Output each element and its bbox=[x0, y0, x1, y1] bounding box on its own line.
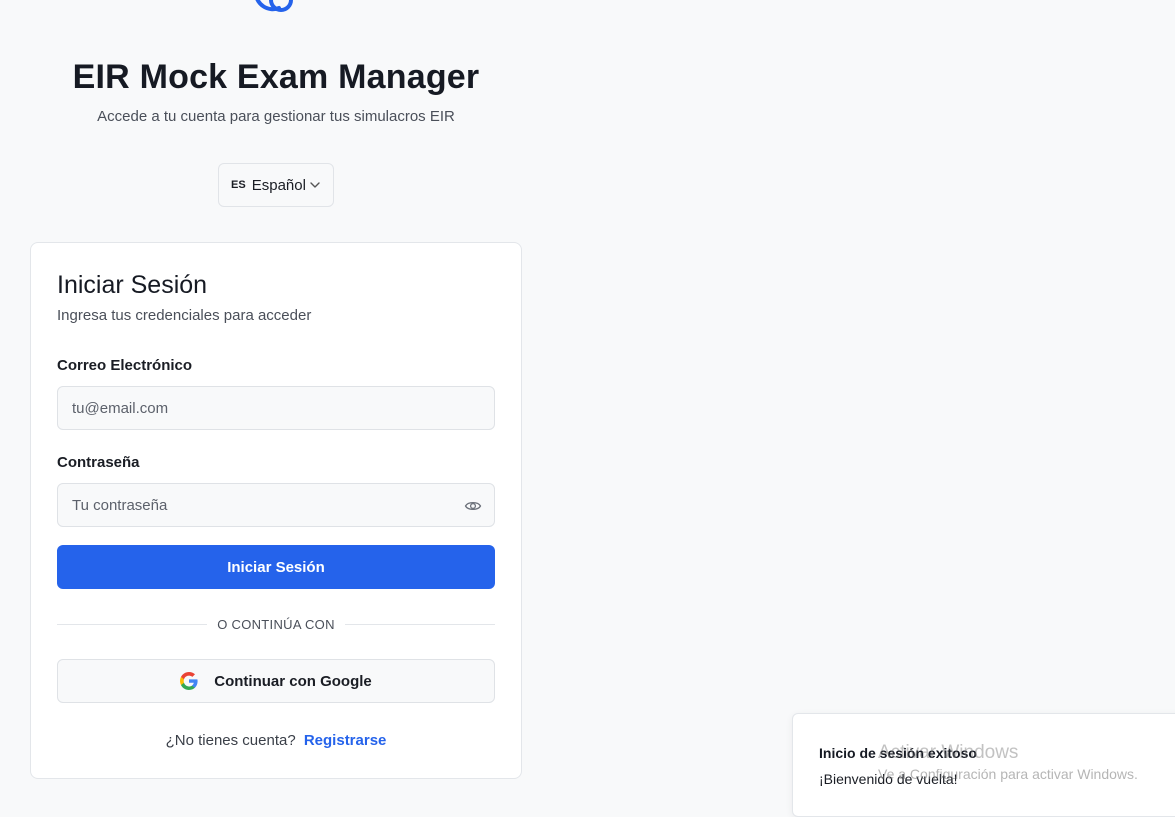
success-toast: Inicio de sesión exitoso ¡Bienvenido de … bbox=[792, 713, 1175, 817]
signup-row: ¿No tienes cuenta? Registrarse bbox=[57, 732, 495, 749]
chevron-down-icon bbox=[310, 182, 320, 188]
divider-label: O CONTINÚA CON bbox=[207, 617, 345, 632]
password-label: Contraseña bbox=[57, 454, 140, 471]
email-field[interactable] bbox=[57, 386, 495, 430]
eye-icon[interactable] bbox=[464, 497, 482, 515]
google-login-button[interactable]: Continuar con Google bbox=[57, 659, 495, 703]
divider: O CONTINÚA CON bbox=[57, 617, 495, 632]
login-button[interactable]: Iniciar Sesión bbox=[57, 545, 495, 589]
card-title: Iniciar Sesión bbox=[57, 271, 208, 299]
google-button-label: Continuar con Google bbox=[214, 672, 372, 690]
google-icon bbox=[180, 672, 198, 690]
language-code: ES bbox=[231, 179, 246, 191]
windows-activation-subtitle: Ve a Configuración para activar Windows. bbox=[878, 766, 1138, 782]
stethoscope-icon bbox=[255, 0, 293, 12]
register-link[interactable]: Registrarse bbox=[304, 732, 387, 749]
language-label: Español bbox=[251, 176, 306, 194]
password-field[interactable] bbox=[57, 483, 495, 527]
login-card: Iniciar Sesión Ingresa tus credenciales … bbox=[30, 242, 522, 779]
app-title: EIR Mock Exam Manager bbox=[72, 58, 480, 96]
signup-prompt: ¿No tienes cuenta? bbox=[165, 732, 296, 749]
windows-activation-title: Activar Windows bbox=[878, 742, 1019, 763]
language-selector[interactable]: ES Español bbox=[218, 163, 334, 207]
app-subtitle: Accede a tu cuenta para gestionar tus si… bbox=[97, 108, 455, 125]
email-label: Correo Electrónico bbox=[57, 357, 193, 374]
card-description: Ingresa tus credenciales para acceder bbox=[57, 307, 312, 324]
